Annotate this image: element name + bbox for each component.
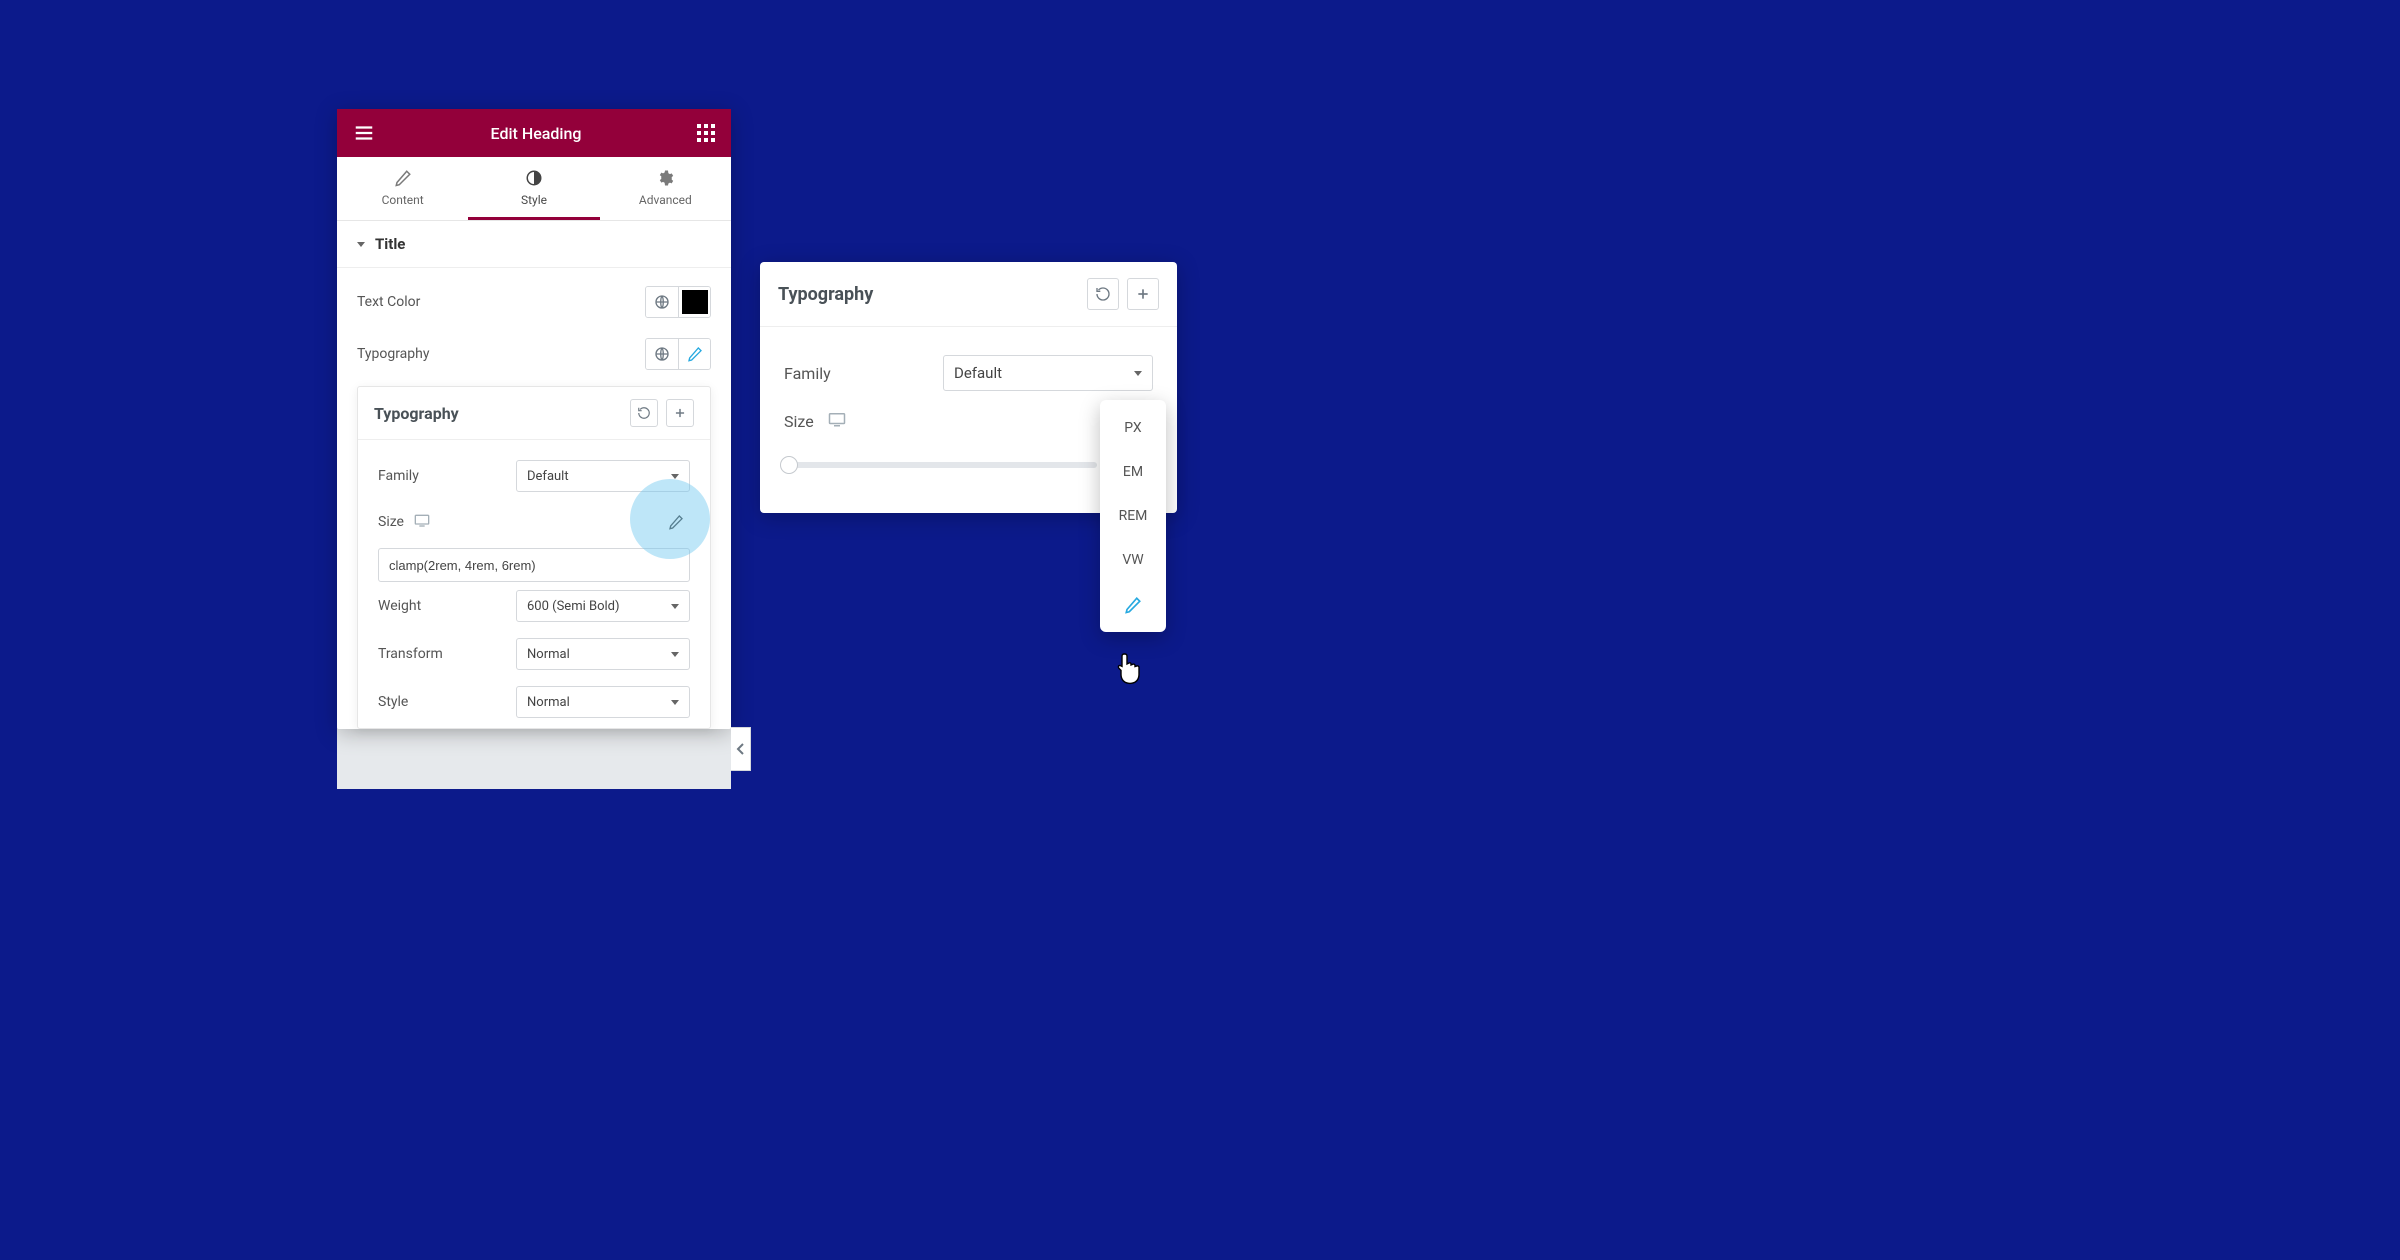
flyout-field-size: Size	[784, 401, 1153, 441]
panel-header: Edit Heading	[337, 109, 731, 157]
weight-label: Weight	[378, 598, 421, 614]
typography-controls	[645, 338, 711, 370]
reset-button[interactable]	[630, 399, 658, 427]
weight-select[interactable]: 600 (Semi Bold)	[516, 590, 690, 622]
unit-option-rem[interactable]: REM	[1100, 494, 1166, 538]
caret-down-icon	[671, 652, 679, 657]
tab-advanced-label: Advanced	[639, 193, 692, 207]
flyout-size-slider-row	[784, 441, 1153, 489]
caret-down-icon	[671, 700, 679, 705]
typography-label: Typography	[357, 346, 429, 362]
family-label: Family	[378, 468, 419, 484]
color-swatch[interactable]	[678, 287, 710, 317]
transform-value: Normal	[527, 647, 570, 662]
unit-option-px[interactable]: PX	[1100, 406, 1166, 450]
slider-thumb[interactable]	[780, 456, 798, 474]
caret-down-icon	[671, 604, 679, 609]
reset-button[interactable]	[1087, 278, 1119, 310]
tab-style[interactable]: Style	[468, 157, 599, 220]
globe-icon[interactable]	[646, 287, 678, 317]
unit-dropdown: PX EM REM VW	[1100, 400, 1166, 632]
flyout-title: Typography	[778, 284, 873, 305]
globe-icon[interactable]	[646, 339, 678, 369]
apps-grid-icon[interactable]	[697, 124, 715, 142]
section-header-title[interactable]: Title	[337, 221, 731, 268]
field-weight: Weight 600 (Semi Bold)	[378, 582, 690, 630]
section-title-label: Title	[375, 235, 405, 253]
add-button[interactable]	[1127, 278, 1159, 310]
tab-advanced[interactable]: Advanced	[600, 157, 731, 220]
text-color-controls	[645, 286, 711, 318]
family-value: Default	[527, 469, 569, 484]
style-label: Style	[378, 694, 408, 710]
text-color-label: Text Color	[357, 294, 420, 310]
flyout-size-label: Size	[784, 412, 814, 431]
caret-down-icon	[671, 474, 679, 479]
typography-popover-header: Typography	[358, 387, 710, 440]
flyout-field-family: Family Default	[784, 345, 1153, 401]
editor-sidebar: Edit Heading Content Style Advanced Titl…	[337, 109, 731, 729]
transform-select[interactable]: Normal	[516, 638, 690, 670]
field-size: Size	[378, 500, 690, 544]
transform-label: Transform	[378, 646, 443, 662]
typography-edit-button[interactable]	[678, 339, 710, 369]
row-text-color: Text Color	[357, 276, 711, 328]
typography-popover: Typography Family Default	[357, 386, 711, 729]
typography-popover-title: Typography	[374, 404, 459, 423]
responsive-device-icon[interactable]	[414, 513, 430, 531]
caret-down-icon	[357, 242, 365, 247]
row-typography: Typography	[357, 328, 711, 380]
flyout-family-label: Family	[784, 364, 831, 383]
style-value: Normal	[527, 695, 570, 710]
size-custom-input[interactable]	[378, 548, 690, 582]
field-family: Family Default	[378, 452, 690, 500]
unit-option-em[interactable]: EM	[1100, 450, 1166, 494]
panel-collapse-handle[interactable]	[731, 727, 751, 771]
typography-popover-body: Family Default Size	[358, 440, 710, 728]
field-style: Style Normal	[378, 678, 690, 726]
panel-title: Edit Heading	[491, 124, 582, 143]
tab-content[interactable]: Content	[337, 157, 468, 220]
tab-content-label: Content	[382, 193, 424, 207]
tab-style-label: Style	[521, 193, 547, 207]
field-transform: Transform Normal	[378, 630, 690, 678]
cursor-pointer-icon	[1116, 652, 1146, 690]
size-label: Size	[378, 514, 404, 530]
style-select[interactable]: Normal	[516, 686, 690, 718]
size-slider[interactable]	[784, 462, 1097, 468]
size-edit-button[interactable]	[662, 508, 690, 536]
panel-tabs: Content Style Advanced	[337, 157, 731, 221]
unit-option-vw[interactable]: VW	[1100, 538, 1166, 582]
section-body: Text Color Typography Typogr	[337, 268, 731, 729]
flyout-header: Typography	[760, 262, 1177, 327]
caret-down-icon	[1134, 371, 1142, 376]
add-button[interactable]	[666, 399, 694, 427]
flyout-family-select[interactable]: Default	[943, 355, 1153, 391]
flyout-family-value: Default	[954, 364, 1002, 382]
weight-value: 600 (Semi Bold)	[527, 599, 620, 614]
family-select[interactable]: Default	[516, 460, 690, 492]
hamburger-menu-icon[interactable]	[353, 122, 375, 144]
unit-option-custom[interactable]	[1100, 582, 1166, 626]
responsive-device-icon[interactable]	[828, 411, 846, 431]
